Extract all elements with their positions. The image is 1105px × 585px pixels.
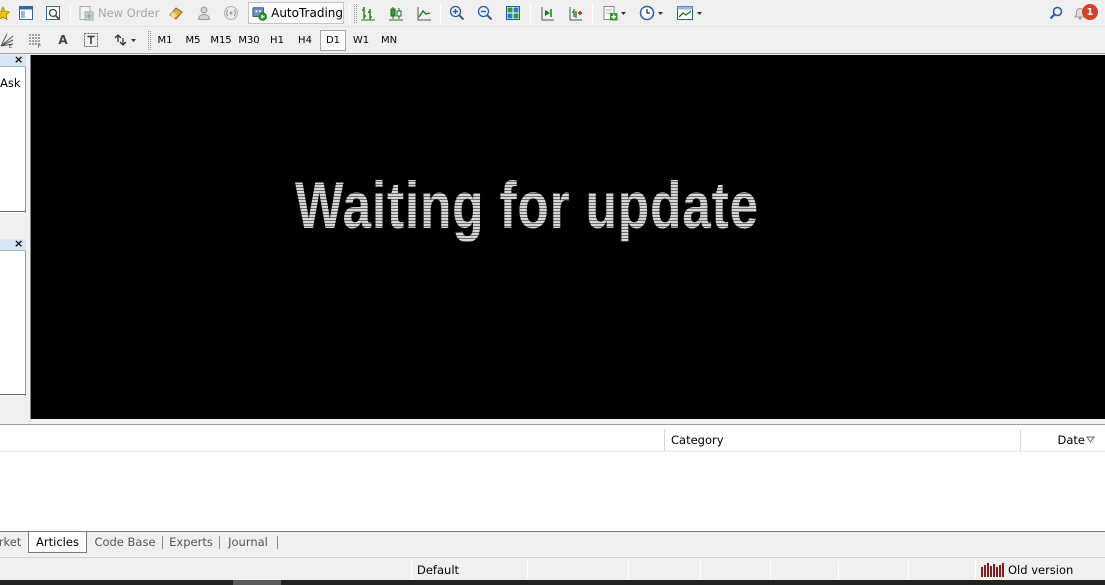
timeframe-m1[interactable]: M1 [152, 30, 178, 51]
tab-articles[interactable]: Articles [28, 532, 87, 553]
waiting-message: Waiting for update [295, 168, 759, 242]
autoscroll-icon[interactable] [536, 2, 558, 24]
timeframe-m30[interactable]: M30 [236, 30, 262, 51]
sort-descending-icon [1086, 436, 1095, 443]
taskbar-strip [0, 580, 1105, 585]
fibonacci-retracement-icon[interactable]: F [24, 29, 46, 51]
new-order-icon [79, 6, 94, 21]
chevron-down-icon [130, 38, 136, 42]
tab-market[interactable]: rket [0, 532, 24, 552]
star-icon[interactable] [0, 2, 10, 24]
template-icon [676, 6, 693, 20]
timeframe-h1[interactable]: H1 [264, 30, 290, 51]
autotrading-label: AutoTrading [271, 6, 343, 20]
timeframe-m15[interactable]: M15 [208, 30, 234, 51]
version-status[interactable]: Old version [1008, 563, 1073, 577]
eraser-icon[interactable] [165, 2, 187, 24]
autotrading-button[interactable]: AutoTrading [248, 2, 344, 24]
terminal-pane: Category Date [0, 424, 1105, 532]
navigator-pane: × [0, 237, 26, 396]
tab-code-base[interactable]: Code Base [90, 532, 160, 552]
main-toolbar: New Order AutoTrading 1 [0, 0, 1105, 27]
template-button[interactable] [672, 2, 706, 24]
text-label-icon[interactable] [80, 29, 102, 51]
timeframe-toolbar: E F A M1 M5 M15 M30 H1 H4 D1 W1 MN [0, 27, 1105, 54]
chevron-down-icon [696, 11, 702, 15]
timeframe-h4[interactable]: H4 [292, 30, 318, 51]
new-order-label: New Order [98, 6, 160, 20]
svg-text:E: E [9, 44, 12, 48]
zoom-window-icon[interactable] [42, 2, 64, 24]
person-icon[interactable] [193, 2, 215, 24]
column-header-date-label: Date [1057, 433, 1086, 447]
add-indicator-button[interactable] [598, 2, 630, 24]
search-icon[interactable] [1046, 2, 1066, 24]
terminal-tabs: rket Articles Code Base Experts Journal [0, 531, 1105, 553]
fibonacci-fan-icon[interactable]: E [0, 29, 16, 51]
column-header-category[interactable]: Category [664, 429, 1020, 451]
ask-column-header[interactable]: Ask [0, 76, 21, 90]
status-bar: Default Old version [0, 557, 1105, 581]
arrows-tool-button[interactable] [108, 29, 140, 51]
tab-experts[interactable]: Experts [165, 532, 217, 552]
chevron-down-icon [657, 11, 663, 15]
timeframe-m5[interactable]: M5 [180, 30, 206, 51]
line-chart-icon[interactable] [413, 2, 435, 24]
arrows-icon [114, 34, 126, 46]
chart-area[interactable]: Waiting for update [30, 55, 1105, 419]
market-watch-pane: × Ask [0, 53, 26, 213]
zoom-in-icon[interactable] [446, 2, 468, 24]
close-icon[interactable]: × [14, 53, 23, 66]
window-icon[interactable] [15, 2, 37, 24]
add-indicator-icon [603, 6, 617, 21]
candle-chart-icon[interactable] [385, 2, 407, 24]
tab-journal[interactable]: Journal [222, 532, 274, 552]
timeframe-w1[interactable]: W1 [348, 30, 374, 51]
tile-icon[interactable] [502, 2, 524, 24]
svg-text:F: F [38, 44, 41, 48]
connection-status-icon [981, 563, 1004, 577]
profile-name: Default [417, 563, 460, 577]
zoom-out-icon[interactable] [474, 2, 496, 24]
timeframe-mn[interactable]: MN [376, 30, 402, 51]
autotrading-icon [252, 6, 267, 21]
chevron-down-icon [620, 11, 626, 15]
clock-button[interactable] [636, 2, 666, 24]
text-tool-button[interactable]: A [52, 29, 74, 51]
market-watch-header: × [0, 53, 26, 67]
new-order-button[interactable]: New Order [78, 2, 162, 24]
clock-icon [639, 5, 654, 21]
timeframe-d1[interactable]: D1 [320, 30, 346, 51]
bar-chart-icon[interactable] [357, 2, 379, 24]
signal-icon[interactable] [220, 2, 242, 24]
chart-shift-icon[interactable] [564, 2, 586, 24]
navigator-header: × [0, 237, 26, 251]
notification-badge[interactable]: 1 [1082, 4, 1098, 20]
close-icon[interactable]: × [14, 237, 23, 250]
terminal-window: New Order AutoTrading 1 E F A M1 M5 M15 … [0, 0, 1105, 585]
